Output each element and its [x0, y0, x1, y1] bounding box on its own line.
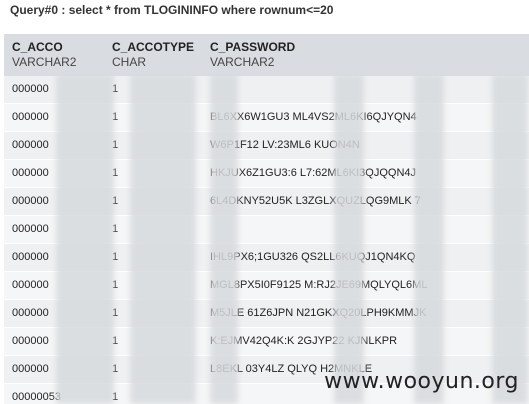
query-title: Query#0 : select * from TLOGININFO where…	[10, 3, 334, 17]
cell-password: IHL9PX6;1GU326 QS2LL6KUQJ1QN4KQ	[202, 243, 529, 272]
column-header-c-password[interactable]: C_PASSWORD VARCHAR2	[202, 34, 529, 76]
redaction-block	[492, 74, 528, 404]
column-name: C_ACCOTYPE	[112, 40, 195, 54]
redaction-block	[130, 74, 196, 404]
cell-password: 6L4DKNY52U5K L3ZGLXQUZLQG9MLK 7	[202, 187, 529, 216]
cell-password: K:EJMV42Q4K:K 2GJYP22 KJNLKPR	[202, 327, 529, 356]
cell-password: HKJUX6Z1GU3:6 L7:62ML6KI3QJQQN4J	[202, 159, 529, 188]
redaction-block	[334, 74, 364, 404]
column-type: VARCHAR2	[12, 55, 77, 69]
cell-password: W6P1F12 LV:23ML6 KUON4N	[202, 131, 529, 160]
column-header-c-acco[interactable]: C_ACCO VARCHAR2	[4, 34, 104, 76]
column-name: C_ACCO	[12, 40, 63, 54]
header-row: C_ACCO VARCHAR2 C_ACCOTYPE CHAR C_PASSWO…	[4, 34, 529, 76]
redaction-block	[56, 74, 114, 404]
watermark: www.wooyun.org	[324, 369, 519, 394]
cell-password	[202, 215, 529, 244]
cell-password: BL6XX6W1GU3 ML4VS2ML6KI6QJYQN4	[202, 103, 529, 132]
results-grid: C_ACCO VARCHAR2 C_ACCOTYPE CHAR C_PASSWO…	[4, 34, 529, 404]
cell-password: MGL8PX5I0F9125 M:RJ2JE69MQLYQL6ML	[202, 271, 529, 300]
redaction-block	[210, 74, 238, 404]
column-header-c-accotype[interactable]: C_ACCOTYPE CHAR	[104, 34, 202, 76]
column-name: C_PASSWORD	[210, 40, 296, 54]
column-type: VARCHAR2	[210, 55, 275, 69]
cell-password	[202, 76, 529, 104]
cell-password: M5JLE 61Z6JPN N21GKXQ20LPH9KMMJK	[202, 299, 529, 328]
redaction-block	[414, 74, 444, 404]
column-type: CHAR	[112, 55, 147, 69]
